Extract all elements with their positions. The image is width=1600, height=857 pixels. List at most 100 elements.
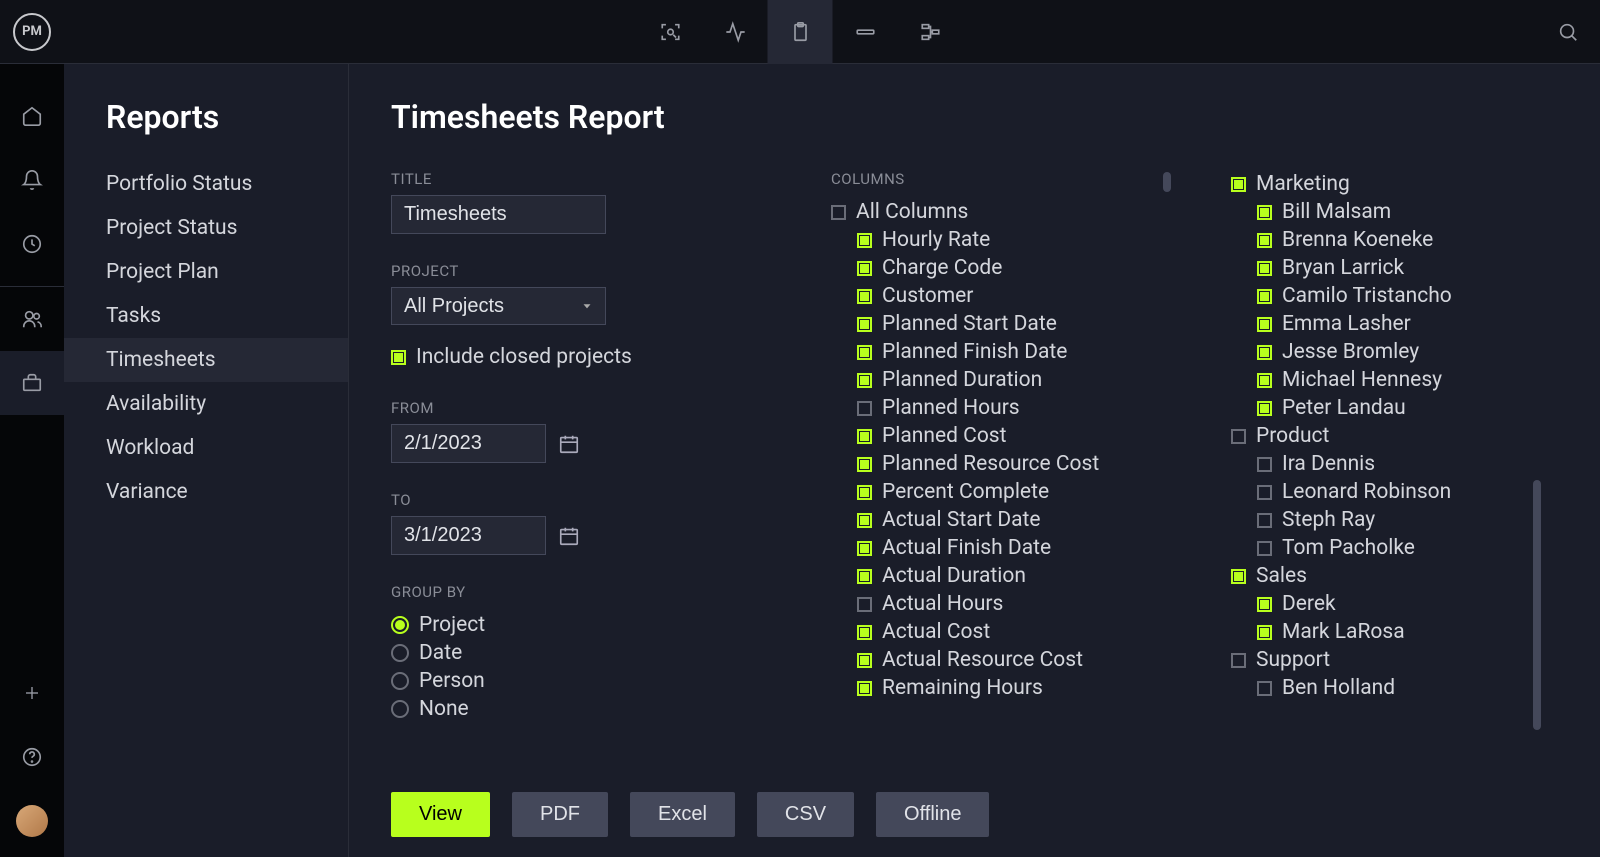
excel-button[interactable]: Excel — [630, 792, 735, 837]
checkbox-icon — [857, 625, 872, 640]
report-item-timesheets[interactable]: Timesheets — [64, 338, 348, 382]
row-icon[interactable] — [833, 0, 898, 64]
column-checkbox[interactable]: Remaining Hours — [831, 674, 1171, 702]
avatar[interactable] — [16, 805, 48, 837]
radio-label: Project — [419, 613, 485, 637]
checkbox-icon — [1257, 317, 1272, 332]
flow-icon[interactable] — [898, 0, 963, 64]
calendar-icon[interactable] — [558, 433, 580, 455]
view-button[interactable]: View — [391, 792, 490, 837]
from-input[interactable] — [391, 424, 546, 463]
member-checkbox[interactable]: Ben Holland — [1231, 674, 1541, 702]
member-checkbox[interactable]: Bryan Larrick — [1231, 254, 1541, 282]
search-icon[interactable] — [1536, 0, 1600, 64]
groupby-option-person[interactable]: Person — [391, 667, 771, 695]
to-input[interactable] — [391, 516, 546, 555]
column-checkbox[interactable]: Hourly Rate — [831, 226, 1171, 254]
column-label: Percent Complete — [882, 480, 1049, 504]
scrollbar-thumb[interactable] — [1533, 480, 1541, 730]
scrollbar-thumb[interactable] — [1163, 172, 1171, 192]
team-checkbox[interactable]: Support — [1231, 646, 1541, 674]
column-checkbox[interactable]: Actual Duration — [831, 562, 1171, 590]
column-label: Hourly Rate — [882, 228, 990, 252]
scrollbar[interactable] — [1533, 170, 1541, 768]
column-checkbox[interactable]: Planned Cost — [831, 422, 1171, 450]
member-checkbox[interactable]: Leonard Robinson — [1231, 478, 1541, 506]
checkbox-icon — [1231, 569, 1246, 584]
report-item-project-plan[interactable]: Project Plan — [64, 250, 348, 294]
all-columns-label: All Columns — [856, 200, 968, 224]
column-label: Actual Duration — [882, 564, 1026, 588]
checkbox-icon — [1231, 177, 1246, 192]
member-checkbox[interactable]: Tom Pacholke — [1231, 534, 1541, 562]
home-icon[interactable] — [0, 84, 64, 148]
clock-icon[interactable] — [0, 212, 64, 276]
column-checkbox[interactable]: Percent Complete — [831, 478, 1171, 506]
column-checkbox[interactable]: Actual Resource Cost — [831, 646, 1171, 674]
report-item-availability[interactable]: Availability — [64, 382, 348, 426]
column-label: Planned Duration — [882, 368, 1042, 392]
column-checkbox[interactable]: Charge Code — [831, 254, 1171, 282]
column-checkbox[interactable]: Planned Duration — [831, 366, 1171, 394]
groupby-option-project[interactable]: Project — [391, 611, 771, 639]
member-checkbox[interactable]: Mark LaRosa — [1231, 618, 1541, 646]
column-checkbox[interactable]: Planned Hours — [831, 394, 1171, 422]
scrollbar[interactable] — [1163, 170, 1171, 768]
groupby-option-none[interactable]: None — [391, 695, 771, 723]
column-checkbox[interactable]: Planned Start Date — [831, 310, 1171, 338]
logo[interactable]: PM — [0, 0, 64, 64]
column-checkbox[interactable]: Actual Start Date — [831, 506, 1171, 534]
pdf-button[interactable]: PDF — [512, 792, 608, 837]
people-icon[interactable] — [0, 287, 64, 351]
checkbox-icon — [1257, 373, 1272, 388]
member-checkbox[interactable]: Jesse Bromley — [1231, 338, 1541, 366]
member-label: Leonard Robinson — [1282, 480, 1451, 504]
member-checkbox[interactable]: Michael Hennesy — [1231, 366, 1541, 394]
activity-icon[interactable] — [703, 0, 768, 64]
checkbox-icon — [857, 373, 872, 388]
project-select[interactable]: All Projects — [391, 287, 606, 325]
checkbox-icon — [857, 485, 872, 500]
column-checkbox[interactable]: Actual Finish Date — [831, 534, 1171, 562]
radio-label: None — [419, 697, 469, 721]
scan-icon[interactable] — [638, 0, 703, 64]
title-input[interactable] — [391, 195, 606, 234]
team-checkbox[interactable]: Sales — [1231, 562, 1541, 590]
report-item-variance[interactable]: Variance — [64, 470, 348, 514]
member-checkbox[interactable]: Steph Ray — [1231, 506, 1541, 534]
add-icon[interactable] — [0, 661, 64, 725]
member-checkbox[interactable]: Brenna Koeneke — [1231, 226, 1541, 254]
help-icon[interactable] — [0, 725, 64, 789]
column-checkbox[interactable]: Planned Resource Cost — [831, 450, 1171, 478]
column-checkbox[interactable]: Actual Hours — [831, 590, 1171, 618]
clipboard-icon[interactable] — [768, 0, 833, 64]
column-checkbox[interactable]: Planned Finish Date — [831, 338, 1171, 366]
groupby-option-date[interactable]: Date — [391, 639, 771, 667]
checkbox-icon — [857, 429, 872, 444]
member-checkbox[interactable]: Bill Malsam — [1231, 198, 1541, 226]
calendar-icon[interactable] — [558, 525, 580, 547]
member-checkbox[interactable]: Ira Dennis — [1231, 450, 1541, 478]
report-item-project-status[interactable]: Project Status — [64, 206, 348, 250]
checkbox-icon — [857, 289, 872, 304]
groupby-label: GROUP BY — [391, 583, 771, 601]
report-item-portfolio-status[interactable]: Portfolio Status — [64, 162, 348, 206]
member-checkbox[interactable]: Peter Landau — [1231, 394, 1541, 422]
column-checkbox[interactable]: Customer — [831, 282, 1171, 310]
checkbox-icon — [857, 569, 872, 584]
column-checkbox[interactable]: Actual Cost — [831, 618, 1171, 646]
report-item-tasks[interactable]: Tasks — [64, 294, 348, 338]
checkbox-icon — [1257, 457, 1272, 472]
member-checkbox[interactable]: Emma Lasher — [1231, 310, 1541, 338]
member-checkbox[interactable]: Camilo Tristancho — [1231, 282, 1541, 310]
team-checkbox[interactable]: Product — [1231, 422, 1541, 450]
csv-button[interactable]: CSV — [757, 792, 854, 837]
member-checkbox[interactable]: Derek — [1231, 590, 1541, 618]
briefcase-icon[interactable] — [0, 351, 64, 415]
team-checkbox[interactable]: Marketing — [1231, 170, 1541, 198]
all-columns-checkbox[interactable]: All Columns — [831, 198, 1171, 226]
notifications-icon[interactable] — [0, 148, 64, 212]
offline-button[interactable]: Offline — [876, 792, 989, 837]
include-closed-checkbox[interactable]: Include closed projects — [391, 343, 771, 371]
report-item-workload[interactable]: Workload — [64, 426, 348, 470]
